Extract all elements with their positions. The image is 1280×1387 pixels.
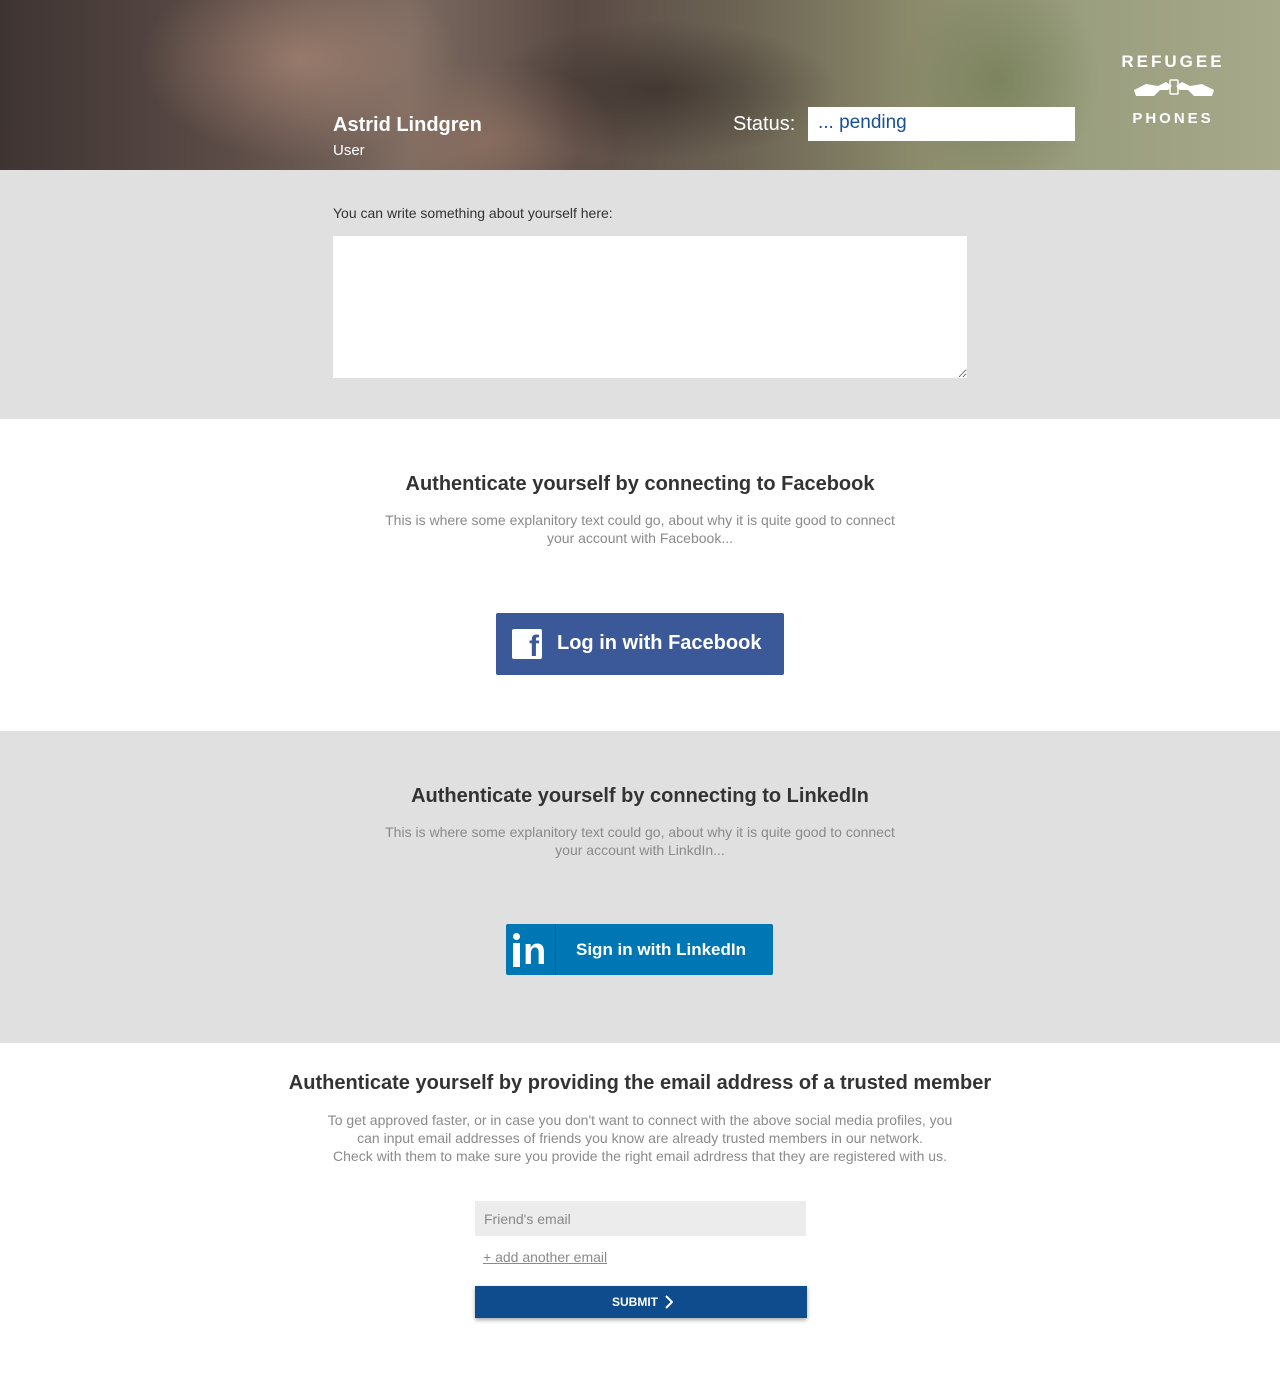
user-role: User [333, 142, 365, 159]
facebook-login-label: Log in with Facebook [557, 632, 762, 654]
facebook-description-line: your account with Facebook... [547, 530, 733, 546]
linkedin-description-line: your account with LinkdIn... [555, 842, 725, 858]
background-photo-blur [900, 0, 1100, 170]
facebook-description: This is where some explanitory text coul… [0, 511, 1280, 547]
linkedin-icon: n [506, 924, 556, 975]
trusted-member-description-line: can input email addresses of friends you… [357, 1130, 923, 1146]
linkedin-section: Authenticate yourself by connecting to L… [0, 731, 1280, 1043]
facebook-description-line: This is where some explanitory text coul… [385, 512, 895, 528]
handshake-phone-icon [1134, 79, 1214, 96]
about-section: You can write something about yourself h… [0, 170, 1280, 545]
linkedin-description-line: This is where some explanitory text coul… [385, 824, 895, 840]
linkedin-signin-button[interactable]: n Sign in with LinkedIn [506, 924, 773, 975]
add-another-email-link[interactable]: + add another email [483, 1249, 607, 1265]
trusted-member-description-line: Check with them to make sure you provide… [333, 1148, 947, 1164]
logo-text-bottom: PHONES [1132, 110, 1214, 127]
about-textarea[interactable] [333, 236, 967, 378]
user-name: Astrid Lindgren [333, 114, 482, 136]
linkedin-description: This is where some explanitory text coul… [0, 823, 1280, 859]
submit-label: SUBMIT [612, 1295, 658, 1309]
facebook-title: Authenticate yourself by connecting to F… [405, 473, 875, 495]
submit-button[interactable]: SUBMIT [475, 1286, 807, 1318]
about-label: You can write something about yourself h… [333, 205, 613, 221]
trusted-member-section: Authenticate yourself by providing the e… [0, 1043, 1280, 1387]
refugee-phones-logo[interactable]: REFUGEE PHONES [1118, 44, 1228, 134]
facebook-section: Authenticate yourself by connecting to F… [0, 419, 1280, 731]
trusted-member-title: Authenticate yourself by providing the e… [288, 1072, 992, 1094]
profile-header: Astrid Lindgren User Status: ... pending… [0, 0, 1280, 170]
facebook-login-button[interactable]: f Log in with Facebook [496, 613, 784, 675]
linkedin-title: Authenticate yourself by connecting to L… [411, 785, 869, 807]
linkedin-signin-label: Sign in with LinkedIn [576, 940, 746, 959]
facebook-icon: f [512, 629, 542, 662]
logo-text-top: REFUGEE [1121, 52, 1225, 71]
trusted-member-description: To get approved faster, or in case you d… [0, 1111, 1280, 1165]
friend-email-input[interactable] [475, 1201, 806, 1236]
status-label: Status: [733, 113, 796, 135]
status-value: ... pending [808, 107, 1075, 141]
chevron-right-icon [665, 1295, 673, 1309]
trusted-member-description-line: To get approved faster, or in case you d… [327, 1112, 953, 1128]
